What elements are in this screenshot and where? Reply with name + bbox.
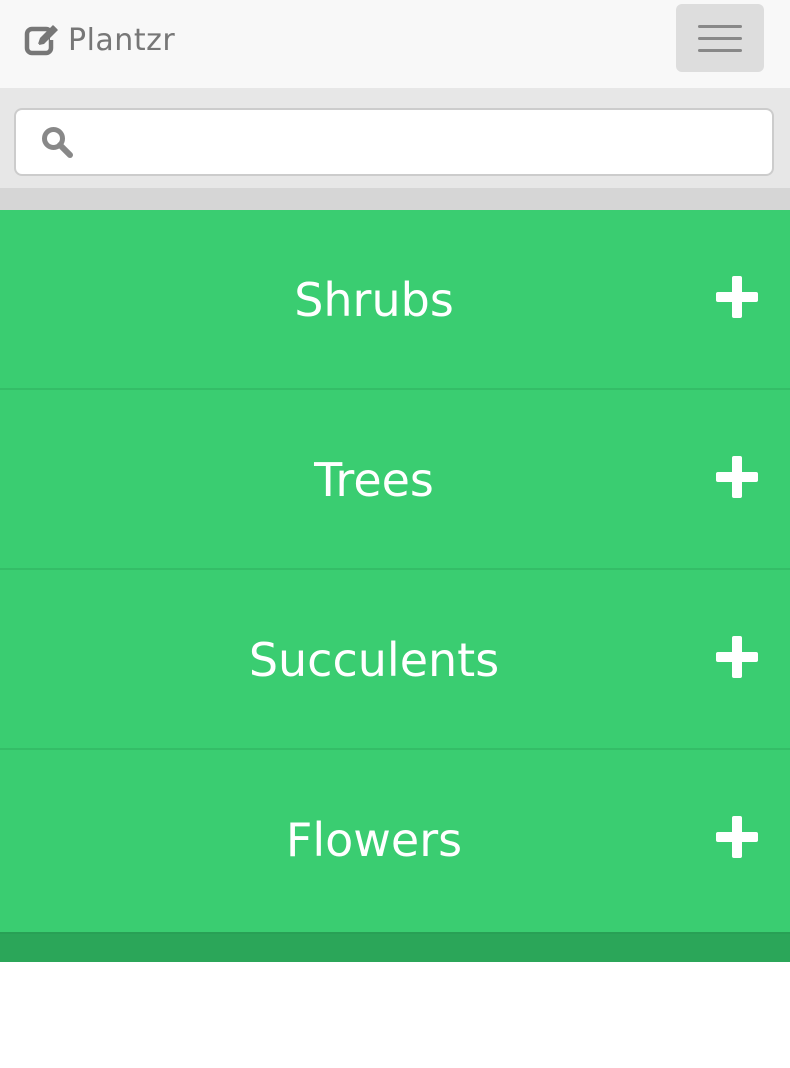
top-navbar: Plantzr xyxy=(0,0,790,88)
footer-bar xyxy=(0,932,790,962)
category-label: Succulents xyxy=(248,633,500,687)
category-list: Shrubs Trees Succulents Flowers xyxy=(0,210,790,932)
category-label: Trees xyxy=(314,453,434,507)
plus-icon[interactable] xyxy=(716,456,758,498)
hamburger-menu-icon xyxy=(698,36,742,40)
category-label: Shrubs xyxy=(294,273,454,327)
search-input[interactable] xyxy=(74,110,772,174)
search-icon xyxy=(42,127,73,158)
hamburger-menu-icon xyxy=(698,48,742,52)
search-bar-container xyxy=(0,88,790,188)
hamburger-menu-icon xyxy=(698,24,742,28)
plus-icon[interactable] xyxy=(716,636,758,678)
search-box[interactable] xyxy=(14,108,774,176)
category-label: Flowers xyxy=(285,813,463,867)
menu-toggle-button[interactable] xyxy=(676,4,764,72)
brand-link[interactable]: Plantzr xyxy=(24,20,175,60)
section-divider xyxy=(0,188,790,210)
category-item-succulents[interactable]: Succulents xyxy=(0,570,790,750)
plus-icon[interactable] xyxy=(716,276,758,318)
category-item-flowers[interactable]: Flowers xyxy=(0,750,790,930)
category-item-trees[interactable]: Trees xyxy=(0,390,790,570)
brand-name: Plantzr xyxy=(68,22,176,58)
plus-icon[interactable] xyxy=(716,816,758,858)
edit-square-icon xyxy=(24,25,60,56)
category-item-shrubs[interactable]: Shrubs xyxy=(0,210,790,390)
